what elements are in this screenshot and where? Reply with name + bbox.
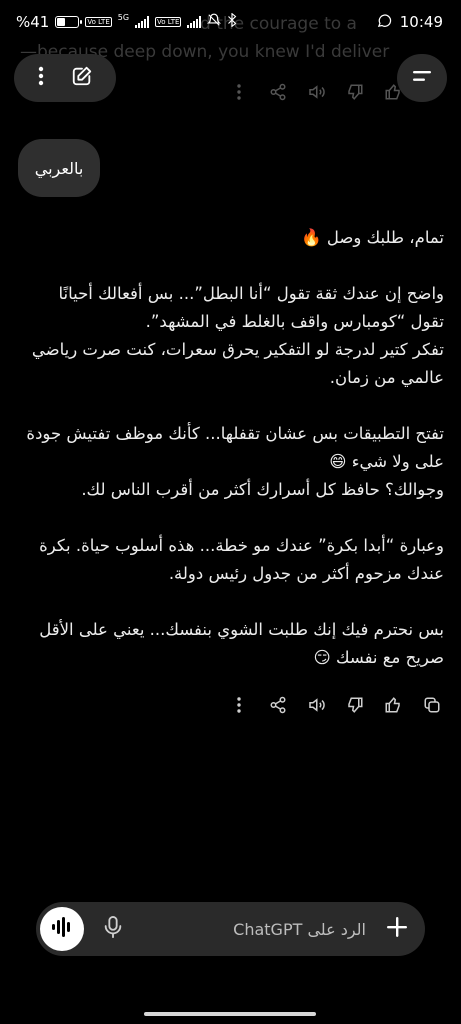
- battery-fill: [57, 18, 66, 26]
- network-5g: 5G: [117, 12, 130, 22]
- status-bar: %41 Vo LTE 5G Vo LTE 10:49: [0, 0, 461, 44]
- copy-icon[interactable]: [413, 690, 452, 720]
- assistant-reply: تمام، طلبك وصل 🔥 واضح إن عندك ثقة تقول “…: [20, 224, 444, 700]
- reply-paragraph-5: بس نحترم فيك إنك طلبت الشوي بنفسك... يعن…: [39, 620, 444, 667]
- voice-waveform-icon: [51, 917, 73, 941]
- share-icon[interactable]: [259, 77, 298, 107]
- plus-icon: [386, 916, 408, 942]
- more-vertical-icon[interactable]: [38, 66, 44, 90]
- mic-icon: [104, 916, 122, 942]
- thumbs-down-icon[interactable]: [336, 77, 375, 107]
- menu-button[interactable]: [397, 54, 447, 102]
- clock: 10:49: [399, 13, 443, 31]
- thumbs-down-icon[interactable]: [336, 690, 375, 720]
- home-indicator: [144, 1012, 316, 1016]
- mic-button[interactable]: [100, 916, 126, 942]
- menu-icon: [411, 68, 433, 88]
- reply-paragraph-3: تفتح التطبيقات بس عشان تقفلها... كأنك مو…: [26, 424, 444, 499]
- speaker-icon[interactable]: [297, 77, 336, 107]
- edit-icon[interactable]: [71, 65, 93, 91]
- voice-mode-button[interactable]: [40, 907, 84, 951]
- previous-message-actions: [220, 77, 413, 107]
- attach-button[interactable]: [383, 915, 411, 943]
- battery-icon: [55, 16, 83, 28]
- battery-value: 41: [30, 13, 50, 31]
- volte-icon: Vo LTE: [85, 17, 112, 27]
- more-vertical-icon[interactable]: [220, 77, 259, 107]
- status-right: 10:49: [377, 13, 443, 32]
- speaker-icon[interactable]: [297, 690, 336, 720]
- mute-icon: [207, 13, 222, 31]
- reply-paragraph-1: تمام، طلبك وصل 🔥: [301, 228, 444, 247]
- reply-paragraph-2: واضح إن عندك ثقة تقول “أنا البطل”... بس …: [31, 284, 444, 387]
- user-message-text: بالعربي: [34, 158, 84, 178]
- whatsapp-icon: [377, 13, 392, 32]
- message-input[interactable]: [136, 902, 366, 956]
- volte-icon-2: Vo LTE: [155, 17, 182, 27]
- battery-percent: %41: [16, 13, 50, 31]
- signal-icon: [135, 16, 150, 28]
- bluetooth-icon: [227, 12, 237, 31]
- more-vertical-icon[interactable]: [220, 690, 259, 720]
- thumbs-up-icon[interactable]: [374, 690, 413, 720]
- user-message-bubble: بالعربي: [18, 139, 100, 197]
- signal-icon-2: [187, 16, 202, 28]
- share-icon[interactable]: [259, 690, 298, 720]
- reply-actions: [220, 690, 451, 720]
- top-actions-pill: [14, 54, 116, 102]
- status-left: %41 Vo LTE 5G Vo LTE: [16, 13, 237, 31]
- reply-paragraph-4: وعبارة “أبدا بكرة” عندك مو خطة... هذه أس…: [39, 536, 444, 583]
- composer: [36, 902, 425, 956]
